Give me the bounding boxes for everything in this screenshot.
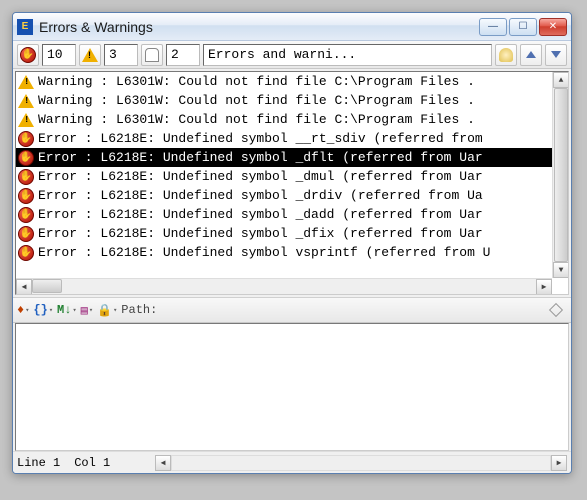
status-scroll-left[interactable]: ◀ — [155, 455, 171, 471]
warning-icon — [18, 75, 34, 89]
stop-icon: ✋ — [18, 245, 34, 261]
statusbar: Line 1 Col 1 ◀ ▶ — [13, 451, 571, 473]
message-row[interactable]: ✋ Error : L6218E: Undefined symbol vsprin… — [16, 243, 552, 262]
secondary-toolbar: ♦▾ {}▾ M↓▾ ▤▾ 🔒▾ Path: — [13, 297, 571, 323]
maximize-button[interactable]: ☐ — [509, 18, 537, 36]
message-row[interactable]: ✋ Error : L6218E: Undefined symbol _dflt … — [16, 148, 552, 167]
message-text: Error : L6218E: Undefined symbol __rt_sd… — [38, 131, 483, 146]
status-hscroll[interactable]: ◀ ▶ — [155, 455, 567, 471]
braces-tool-button[interactable]: {}▾ — [33, 303, 53, 317]
errors-warnings-window: E Errors & Warnings — ☐ ✕ ✋ 10 3 2 Error… — [12, 12, 572, 474]
stop-icon: ✋ — [18, 188, 34, 204]
app-icon: E — [17, 19, 33, 35]
clear-button[interactable] — [495, 44, 517, 66]
titlebar: E Errors & Warnings — ☐ ✕ — [13, 13, 571, 41]
editor-area[interactable] — [15, 323, 569, 451]
triangle-down-icon — [551, 51, 561, 58]
other-filter-button[interactable] — [141, 44, 163, 66]
error-count: 10 — [42, 44, 76, 66]
scroll-right-button[interactable]: ▶ — [536, 279, 552, 295]
stop-icon: ✋ — [18, 131, 34, 147]
message-text: Error : L6218E: Undefined symbol _dflt (… — [38, 150, 483, 165]
ghost-icon — [145, 48, 159, 62]
message-list: Warning : L6301W: Could not find file C:… — [15, 71, 569, 295]
diamond-icon — [549, 303, 563, 317]
doc-tool-button[interactable]: ▤▾ — [81, 303, 93, 318]
warning-icon — [18, 113, 34, 127]
scroll-down-button[interactable]: ▼ — [553, 262, 569, 278]
message-text: Warning : L6301W: Could not find file C:… — [38, 112, 475, 127]
message-row[interactable]: ✋ Error : L6218E: Undefined symbol _dadd … — [16, 205, 552, 224]
message-row[interactable]: Warning : L6301W: Could not find file C:… — [16, 110, 552, 129]
m-tool-button[interactable]: M↓▾ — [57, 303, 77, 317]
scroll-up-button[interactable]: ▲ — [553, 72, 569, 88]
filter-toolbar: ✋ 10 3 2 Errors and warni... — [13, 41, 571, 69]
stop-icon: ✋ — [18, 207, 34, 223]
next-button[interactable] — [545, 44, 567, 66]
other-count: 2 — [166, 44, 200, 66]
status-col: Col 1 — [74, 456, 110, 470]
message-text: Warning : L6301W: Could not find file C:… — [38, 93, 475, 108]
stop-icon: ✋ — [20, 47, 36, 63]
lock-tool-button[interactable]: 🔒▾ — [97, 303, 117, 318]
minimize-button[interactable]: — — [479, 18, 507, 36]
status-text: Errors and warni... — [203, 44, 492, 66]
stop-icon: ✋ — [18, 169, 34, 185]
message-text: Warning : L6301W: Could not find file C:… — [38, 74, 475, 89]
warning-icon — [18, 94, 34, 108]
stop-icon: ✋ — [18, 226, 34, 242]
message-text: Error : L6218E: Undefined symbol vsprint… — [38, 245, 490, 260]
path-label: Path: — [121, 303, 157, 317]
message-text: Error : L6218E: Undefined symbol _dmul (… — [38, 169, 483, 184]
message-row[interactable]: ✋ Error : L6218E: Undefined symbol _dmul … — [16, 167, 552, 186]
message-text: Error : L6218E: Undefined symbol _drdiv … — [38, 188, 483, 203]
stop-icon: ✋ — [18, 150, 34, 166]
message-row[interactable]: ✋ Error : L6218E: Undefined symbol _dfix … — [16, 224, 552, 243]
fire-tool-button[interactable]: ♦▾ — [17, 303, 29, 317]
message-text: Error : L6218E: Undefined symbol _dfix (… — [38, 226, 483, 241]
close-button[interactable]: ✕ — [539, 18, 567, 36]
warnings-filter-button[interactable] — [79, 44, 101, 66]
errors-filter-button[interactable]: ✋ — [17, 44, 39, 66]
status-scroll-right[interactable]: ▶ — [551, 455, 567, 471]
message-text: Error : L6218E: Undefined symbol _dadd (… — [38, 207, 483, 222]
horizontal-scrollbar[interactable]: ◀ ▶ — [16, 278, 552, 294]
vertical-scrollbar[interactable]: ▲ ▼ — [552, 72, 568, 278]
prev-button[interactable] — [520, 44, 542, 66]
message-row[interactable]: Warning : L6301W: Could not find file C:… — [16, 72, 552, 91]
window-buttons: — ☐ ✕ — [479, 18, 567, 36]
message-row[interactable]: Warning : L6301W: Could not find file C:… — [16, 91, 552, 110]
warning-count: 3 — [104, 44, 138, 66]
status-line: Line 1 — [17, 456, 60, 470]
scroll-left-button[interactable]: ◀ — [16, 279, 32, 295]
triangle-up-icon — [526, 51, 536, 58]
message-row[interactable]: ✋ Error : L6218E: Undefined symbol _drdiv… — [16, 186, 552, 205]
warning-icon — [82, 48, 98, 62]
bell-icon — [499, 48, 513, 62]
message-row[interactable]: ✋ Error : L6218E: Undefined symbol __rt_s… — [16, 129, 552, 148]
window-title: Errors & Warnings — [39, 19, 479, 35]
